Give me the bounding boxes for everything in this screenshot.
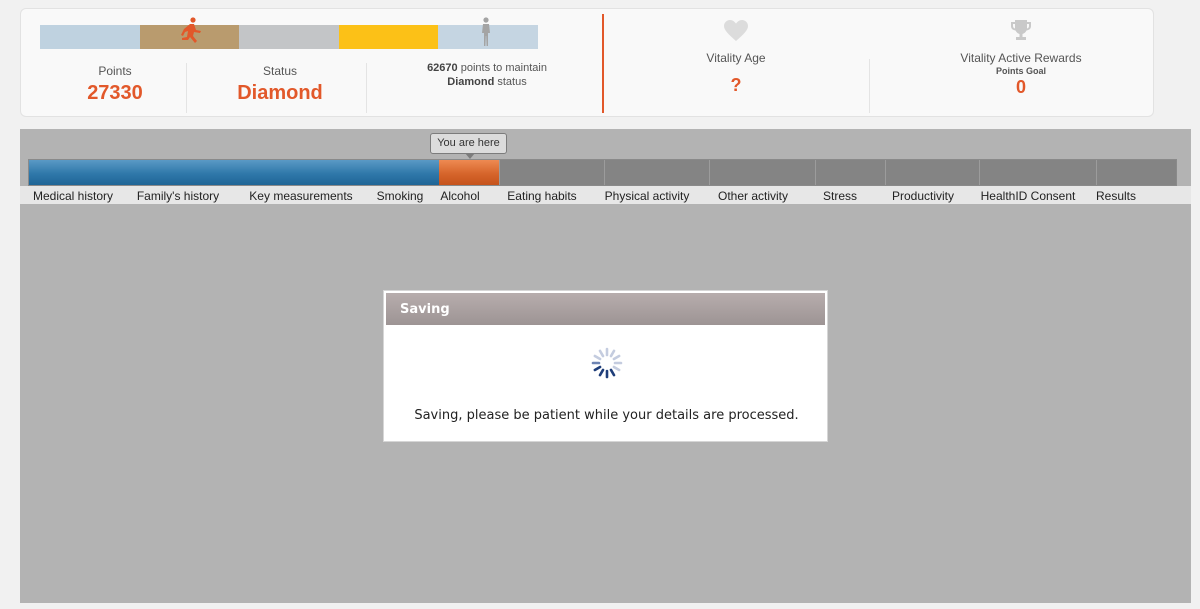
step-divider	[709, 160, 710, 185]
tier-segment-blue	[40, 25, 140, 49]
status-card: Points 27330 Status Diamond 62670 points…	[20, 8, 1154, 117]
step-label-healthid-consent[interactable]: HealthID Consent	[981, 189, 1076, 203]
dialog-title: Saving	[400, 302, 450, 317]
vitality-age-label: Vitality Age	[706, 51, 766, 65]
step-label-key-measurements[interactable]: Key measurements	[249, 189, 352, 203]
status-label: Status	[262, 64, 298, 78]
step-divider	[1096, 160, 1097, 185]
spinner-spoke	[593, 365, 602, 372]
vitality-age-widget[interactable]: Vitality Age ?	[636, 19, 836, 96]
spinner-spoke	[612, 354, 621, 361]
dialog-message: Saving, please be patient while your det…	[414, 408, 799, 423]
tier-segment-platinum	[438, 17, 538, 49]
step-label-medical-history[interactable]: Medical history	[33, 189, 113, 203]
runner-icon	[180, 17, 201, 43]
step-label-alcohol[interactable]: Alcohol	[440, 189, 479, 203]
step-divider	[815, 160, 816, 185]
step-label-productivity[interactable]: Productivity	[892, 189, 954, 203]
assessment-progress-bar	[28, 159, 1177, 186]
step-divider	[499, 160, 500, 185]
step-divider	[885, 160, 886, 185]
divider	[186, 63, 187, 113]
trophy-icon	[1011, 20, 1031, 40]
spinner-spoke	[612, 365, 621, 372]
status-stat: Status Diamond	[189, 64, 371, 105]
points-value: 27330	[87, 82, 143, 104]
section-divider	[602, 14, 604, 113]
person-icon	[482, 17, 491, 46]
spinner-spoke	[593, 354, 602, 361]
active-rewards-widget[interactable]: Vitality Active Rewards Points Goal 0	[911, 19, 1131, 98]
points-label: Points	[98, 64, 132, 78]
tier-progress-bar	[40, 17, 538, 49]
maintain-status-note: 62670 points to maintain Diamond status	[387, 61, 587, 89]
spinner-spoke	[609, 349, 616, 358]
you-are-here-tooltip: You are here	[430, 133, 507, 159]
rewards-sub-label: Points Goal	[995, 66, 1046, 76]
dialog-header: Saving	[386, 293, 825, 325]
step-label-other-activity[interactable]: Other activity	[718, 189, 788, 203]
vitality-age-value: ?	[730, 75, 742, 95]
step-label-results[interactable]: Results	[1096, 189, 1136, 203]
maintain-text-end: status	[497, 76, 527, 88]
divider	[869, 59, 870, 113]
maintain-status-word: Diamond	[447, 76, 495, 88]
loading-spinner-icon	[591, 347, 623, 379]
rewards-label: Vitality Active Rewards	[960, 51, 1082, 65]
step-divider	[979, 160, 980, 185]
step-label-stress[interactable]: Stress	[823, 189, 857, 203]
tier-segment-silver	[239, 25, 339, 49]
step-label-family-s-history[interactable]: Family's history	[137, 189, 219, 203]
rewards-value: 0	[1015, 77, 1026, 97]
spinner-spoke	[609, 368, 616, 377]
maintain-text: points to maintain	[460, 62, 547, 74]
step-label-eating-habits[interactable]: Eating habits	[507, 189, 576, 203]
status-value: Diamond	[237, 82, 323, 104]
step-divider	[604, 160, 605, 185]
step-label-physical-activity[interactable]: Physical activity	[605, 189, 690, 203]
points-stat: Points 27330	[43, 64, 187, 105]
tier-segment-gold	[338, 25, 439, 49]
tier-segment-bronze	[139, 17, 240, 49]
heart-icon	[724, 20, 748, 41]
divider	[366, 63, 367, 113]
saving-dialog: Saving Saving, please be patient while y…	[383, 290, 828, 442]
spinner-spoke	[598, 349, 605, 358]
spinner-spoke	[598, 368, 605, 377]
progress-current-step	[439, 160, 499, 185]
maintain-points: 62670	[427, 62, 458, 74]
step-label-smoking[interactable]: Smoking	[377, 189, 424, 203]
progress-completed-fill	[29, 160, 439, 185]
